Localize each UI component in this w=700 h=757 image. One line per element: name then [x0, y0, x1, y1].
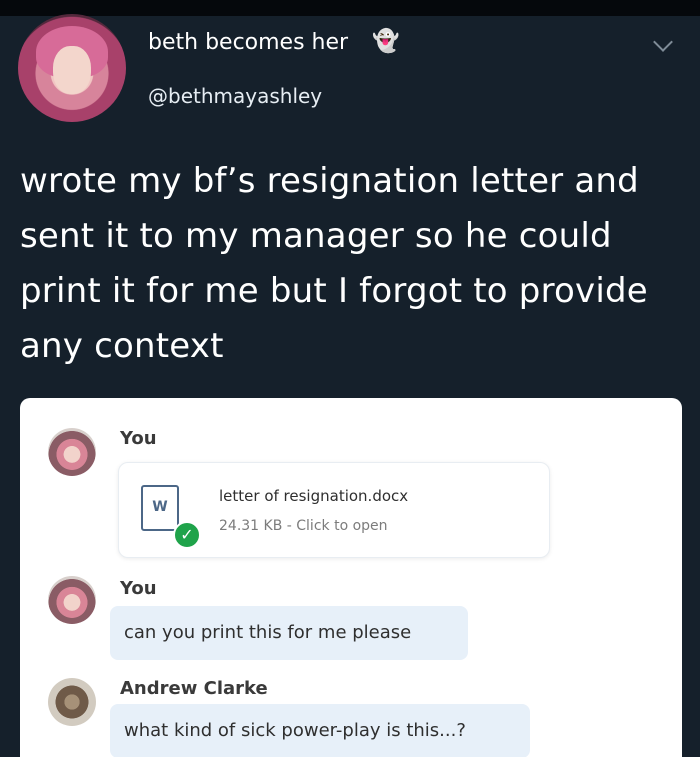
- tweet-text: wrote my bf’s resignation letter and sen…: [20, 161, 648, 366]
- ghost-emoji-icon: 👻: [372, 29, 400, 54]
- word-document-icon: W: [141, 485, 179, 531]
- user-handle[interactable]: @bethmayashley: [148, 84, 322, 108]
- chat-avatar-you: [48, 428, 96, 476]
- attachment-meta[interactable]: 24.31 KB - Click to open: [219, 518, 388, 534]
- chat-message-bubble[interactable]: can you print this for me please: [110, 606, 468, 660]
- display-name[interactable]: beth becomes her: [148, 30, 348, 55]
- profile-avatar[interactable]: [18, 14, 126, 122]
- chat-avatar-you: [48, 576, 96, 624]
- chat-avatar-andrew-clarke: [48, 678, 96, 726]
- check-icon: ✓: [173, 521, 201, 549]
- chevron-down-icon[interactable]: [653, 32, 673, 52]
- embedded-chat-screenshot: You W ✓ letter of resignation.docx 24.31…: [20, 398, 682, 757]
- avatar-face: [53, 46, 91, 94]
- chat-sender-name: You: [120, 428, 157, 449]
- chat-sender-name: You: [120, 578, 157, 599]
- chat-sender-name: Andrew Clarke: [120, 678, 268, 699]
- top-dark-bar: [0, 0, 700, 16]
- chat-message-bubble[interactable]: what kind of sick power-play is this...?: [110, 704, 530, 757]
- attachment-filename[interactable]: letter of resignation.docx: [219, 487, 408, 505]
- attachment-card[interactable]: W ✓ letter of resignation.docx 24.31 KB …: [118, 462, 550, 558]
